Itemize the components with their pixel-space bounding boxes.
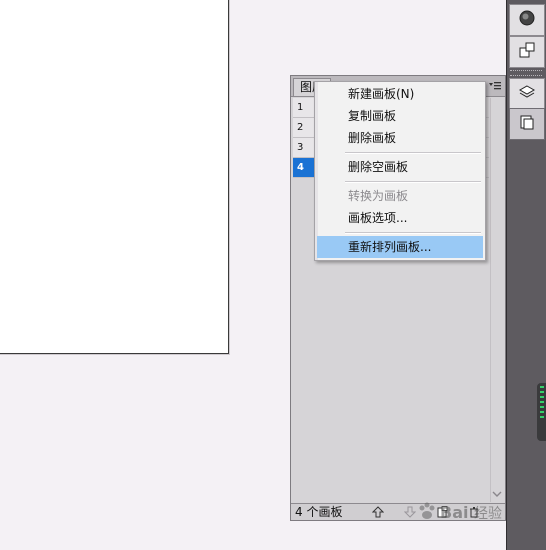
transform-icon — [518, 41, 536, 63]
panel-scrollbar[interactable] — [490, 98, 503, 502]
dock-grip[interactable] — [510, 70, 542, 76]
panel-flyout-menu: 新建画板(N) 复制画板 删除画板 删除空画板 转换为画板 画板选项... 重新… — [314, 81, 486, 261]
appearance-panel-button[interactable] — [509, 4, 545, 36]
menu-item-rearrange-artboards[interactable]: 重新排列画板... — [317, 236, 483, 258]
layers-panel-button[interactable] — [509, 78, 545, 110]
transform-panel-button[interactable] — [509, 36, 545, 68]
appearance-icon — [518, 9, 536, 31]
watermark-logo: Bai 经验 — [412, 498, 512, 528]
menu-item-artboard-options[interactable]: 画板选项... — [317, 207, 483, 229]
menu-separator — [345, 181, 481, 183]
svg-text:Bai: Bai — [440, 503, 468, 522]
menu-item-delete-artboard[interactable]: 删除画板 — [317, 127, 483, 149]
artboard-canvas[interactable] — [0, 0, 229, 354]
menu-item-delete-empty-artboards[interactable]: 删除空画板 — [317, 156, 483, 178]
menu-item-duplicate-artboard[interactable]: 复制画板 — [317, 105, 483, 127]
panel-dock — [506, 0, 546, 550]
layers-icon — [518, 83, 536, 105]
menu-item-convert-to-artboards: 转换为画板 — [348, 189, 409, 203]
move-up-icon[interactable] — [371, 505, 385, 519]
svg-text:经验: 经验 — [474, 506, 502, 522]
dock-resize-handle[interactable] — [537, 383, 546, 441]
menu-separator — [345, 232, 481, 234]
artboards-panel-button[interactable] — [509, 108, 545, 140]
menu-item-new-artboard[interactable]: 新建画板(N) — [317, 83, 483, 105]
panel-menu-icon[interactable] — [488, 80, 502, 92]
artboard-count: 4 个画板 — [295, 505, 343, 519]
artboards-icon — [518, 113, 536, 135]
menu-separator — [345, 152, 481, 154]
